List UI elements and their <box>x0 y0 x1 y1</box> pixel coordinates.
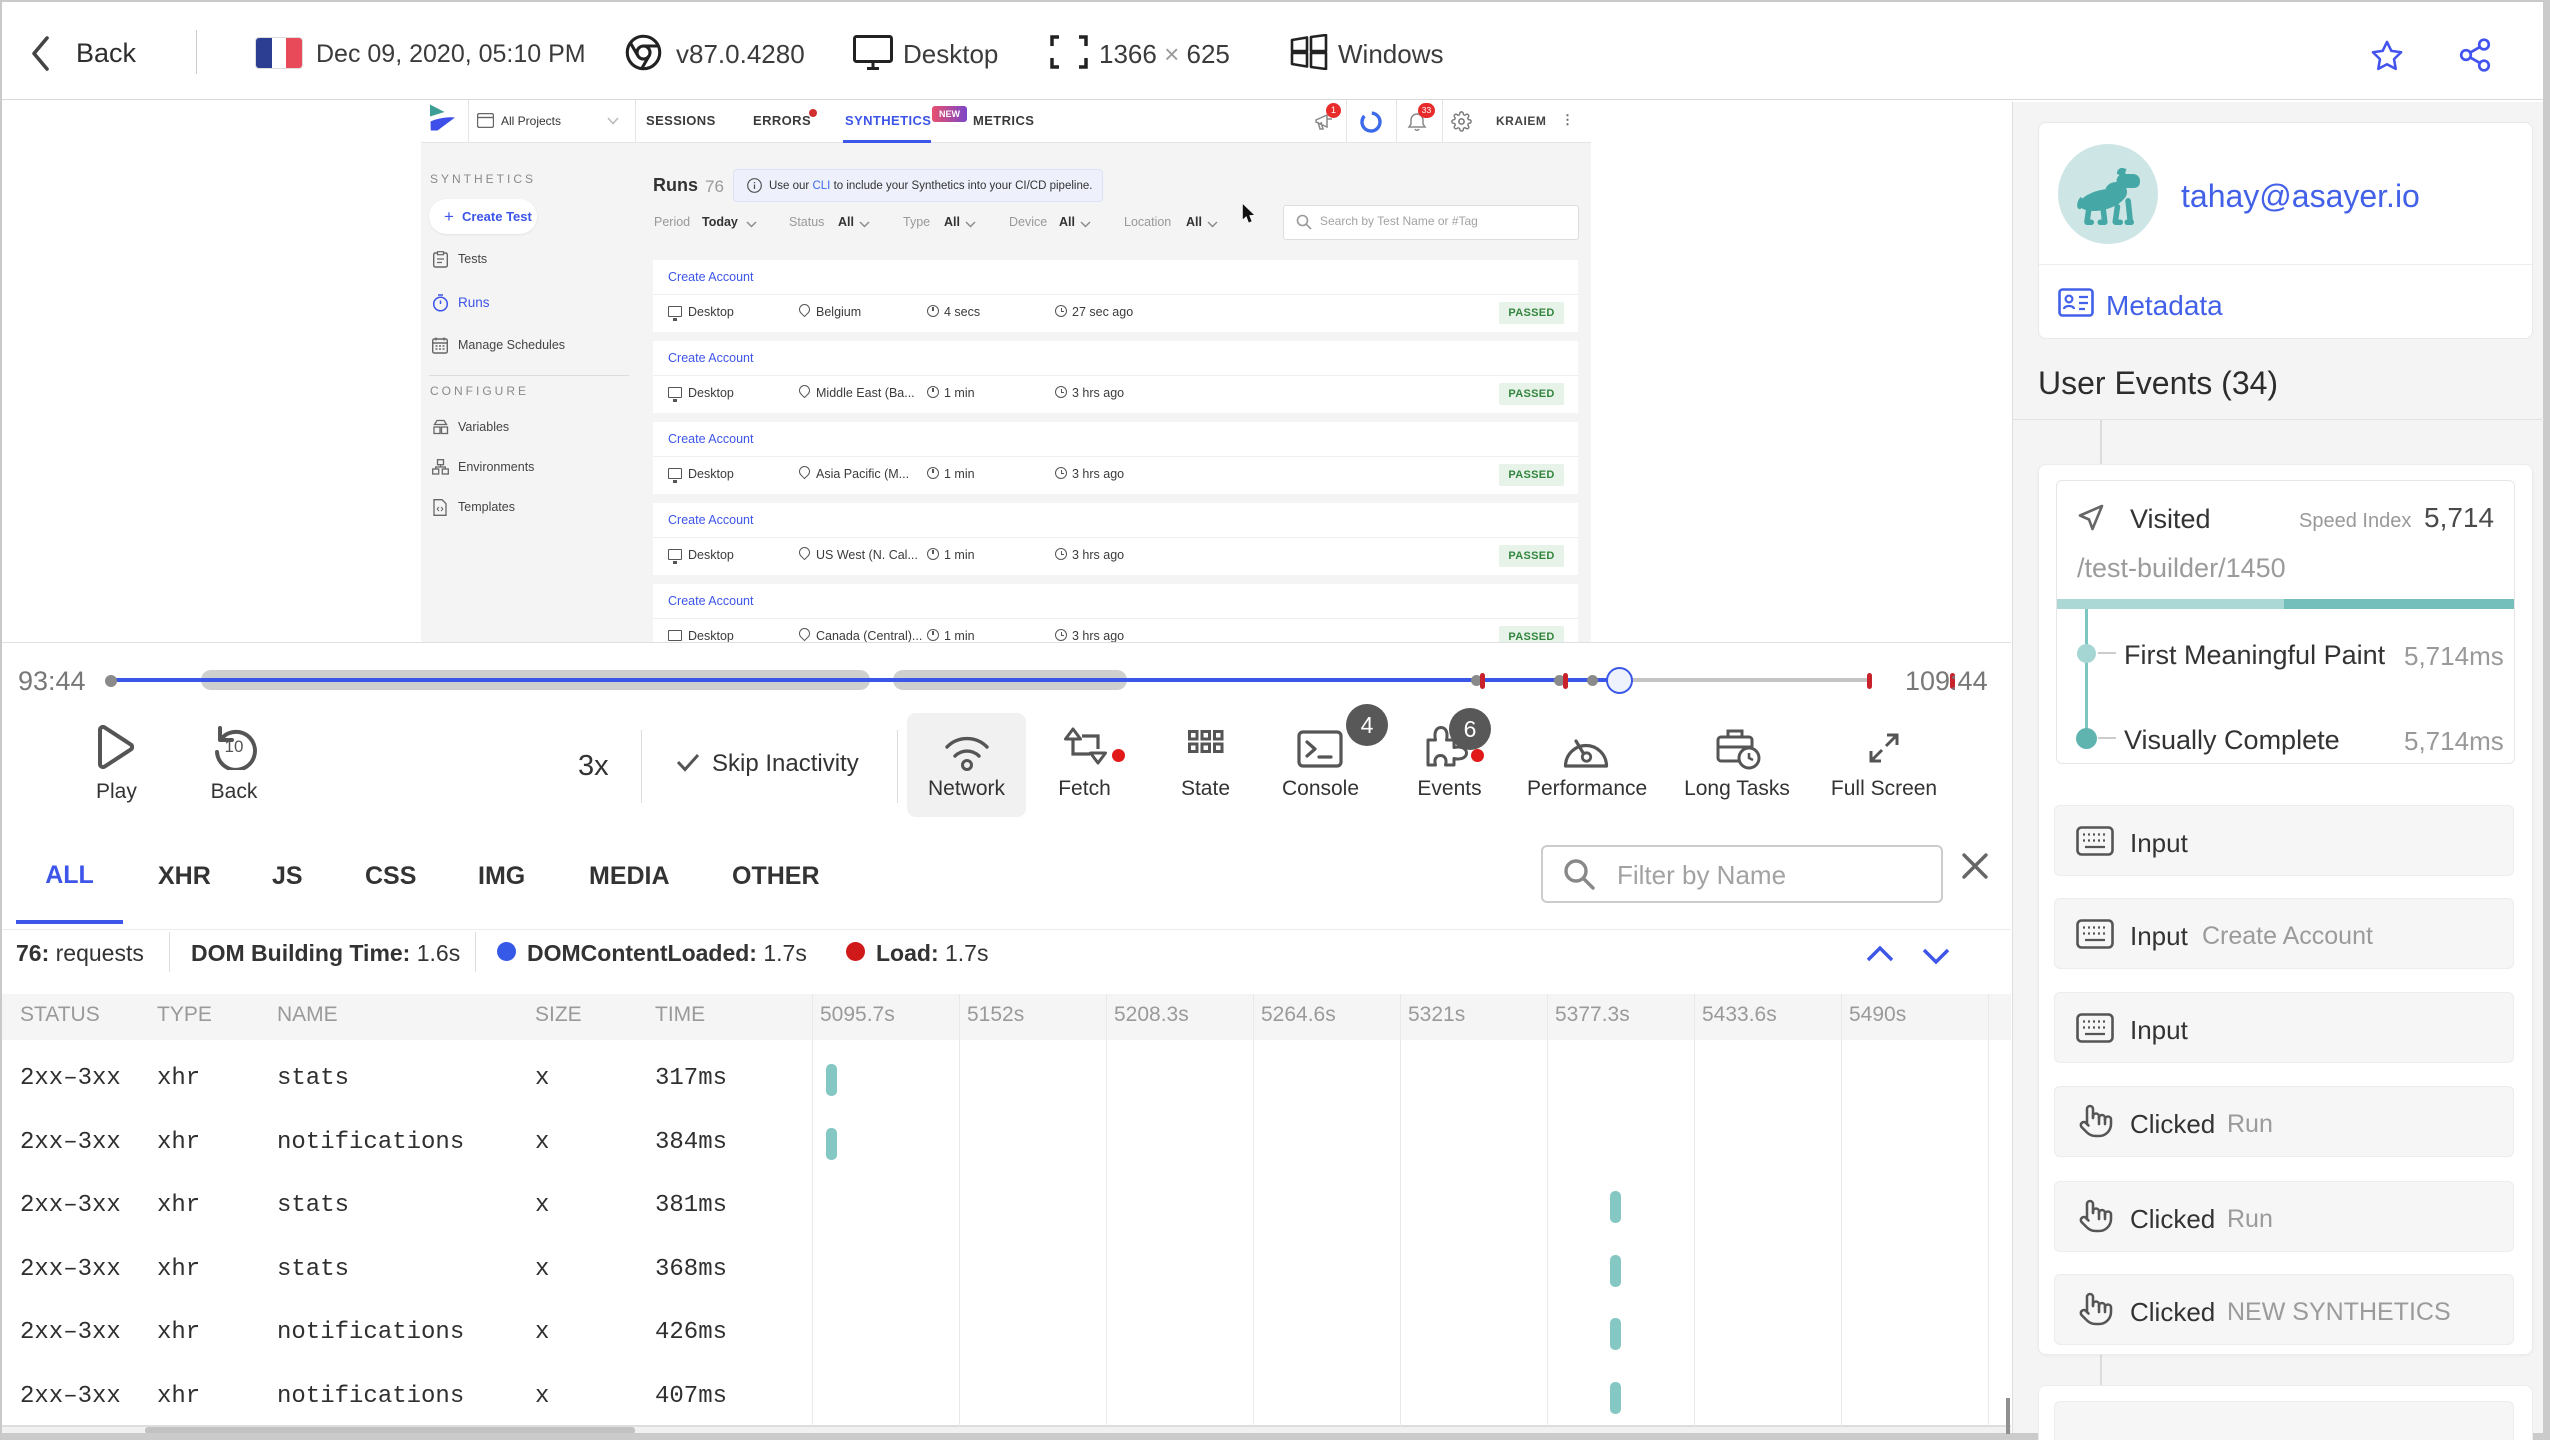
svg-text:10: 10 <box>225 737 244 756</box>
